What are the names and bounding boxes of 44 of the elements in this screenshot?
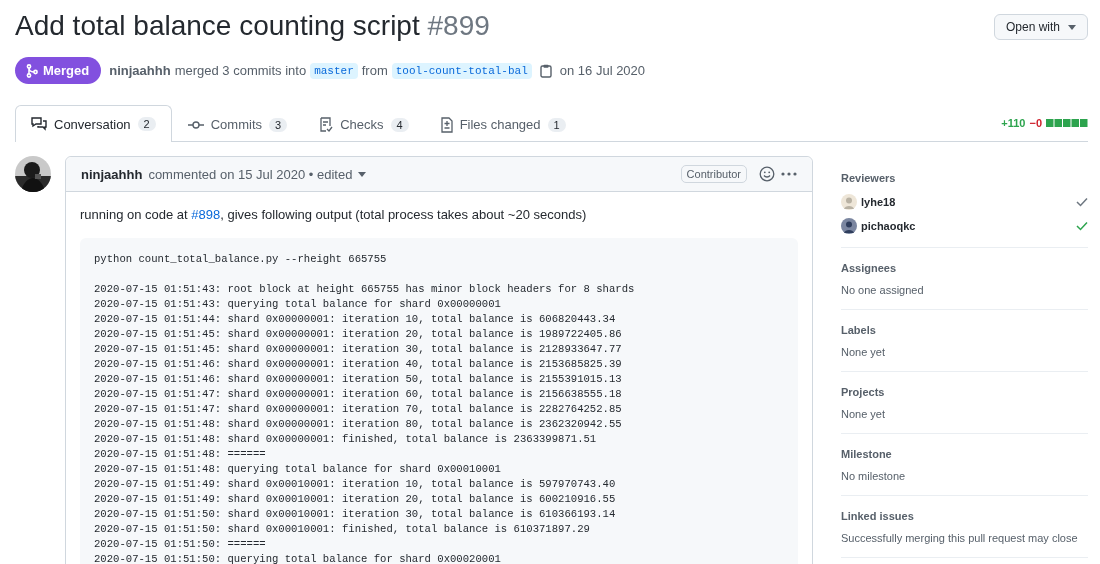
section-value: None yet bbox=[841, 408, 887, 420]
open-with-button[interactable]: Open with bbox=[993, 14, 1088, 40]
from-text: from bbox=[361, 63, 388, 78]
speech-bubbles-icon bbox=[31, 117, 47, 131]
commit-icon bbox=[187, 119, 204, 130]
file-diff-icon bbox=[440, 116, 453, 133]
reviewer-name[interactable]: pichaoqkc bbox=[861, 220, 1072, 232]
section-value: No one assigned bbox=[841, 284, 925, 296]
section-title[interactable]: Reviewers bbox=[841, 172, 1088, 184]
comment-meta[interactable]: commented on 15 Jul 2020 • edited bbox=[148, 166, 353, 182]
checklist-icon bbox=[319, 116, 334, 133]
tab[interactable]: Conversation 2 bbox=[15, 105, 172, 142]
caret-icon[interactable] bbox=[358, 171, 367, 177]
comment-author[interactable]: ninjaahhh bbox=[81, 166, 143, 182]
author-link[interactable]: ninjaahhh bbox=[109, 63, 171, 78]
code-block: python count_total_balance.py --rheight 665755 2020-07-15 01:51:43: root block at height 665755 has minor block headers for 8 shards 2020-07-15 01:51:43: querying total balance for shard 0x00000001 2020-07-15 01:51:44: shard 0x00000001: iteration 10, total balance is 606820443.34 2020-07-15 01:51:45: shard 0x00000001: iteration 20, total balance is 1989722405.86 2020-07-15 01:51:45: shard 0x00000001: iteration 30, total balance is 2128933647.77 2020-07-15 01:51:46: shard 0x00000001: iteration 40, total balance is 2153685825.39 2020-07-15 01:51:46: shard 0x00000001: iteration 50, total balance is 2155391015.13 2020-07-15 01:51:47: shard 0x00000001: iteration 60, total balance is 2156638555.18 2020-07-15 01:51:47: shard 0x00000001: iteration 70, total balance is 2282764252.85 2020-07-15 01:51:48: shard 0x00000001: iteration 80, total balance is 2362320942.55 2020-07-15 01:51:48: shard 0x00000001: finished, total balance is 2363399871.51 2020-07-15 01:51:48: ====== 2020-07-15 01:51:48: querying total balance for shard 0x00010001 2020-07-15 01:51:49: shard 0x00010001: iteration 10, total balance is 597970743.40 2020-07-15 01:51:49: shard 0x00010001: iteration 20, total balance is 600210916.55 2020-07-15 01:51:50: shard 0x00010001: iteration 30, total balance is 610366193.14 2020-07-15 01:51:50: shard 0x00010001: finished, total balance is 610371897.29 2020-07-15 01:51:50: ====== 2020-07-15 01:51:50: querying total balance for shard 0x00020001 bbox=[80, 238, 798, 564]
tab[interactable]: Commits 3 bbox=[171, 106, 304, 142]
section-title[interactable]: Assignees bbox=[841, 262, 1088, 274]
reviewer-name[interactable]: lyhe18 bbox=[861, 196, 1072, 208]
contributor-badge: Contributor bbox=[680, 165, 747, 183]
tab[interactable]: Files changed 1 bbox=[424, 106, 582, 142]
pr-title: Add total balance counting script #899 bbox=[15, 9, 490, 43]
section-title[interactable]: Labels bbox=[841, 324, 1088, 336]
section-value: None yet bbox=[841, 346, 887, 358]
branch-label[interactable]: master bbox=[310, 62, 358, 79]
section-title[interactable]: Projects bbox=[841, 386, 1088, 398]
section-title[interactable]: Linked issues bbox=[841, 510, 1088, 522]
diffstat-bar-icon bbox=[1046, 119, 1088, 127]
section-value: No milestone bbox=[841, 470, 907, 482]
branch-label[interactable]: tool-count-total-bal bbox=[391, 62, 532, 79]
caret-icon bbox=[1068, 24, 1076, 30]
section-value: Successfully merging this pull request may close bbox=[841, 532, 1079, 544]
pr-number: #899 bbox=[427, 10, 490, 41]
merged-badge: Merged bbox=[15, 57, 102, 84]
smiley-icon[interactable] bbox=[759, 166, 775, 182]
more-icon[interactable] bbox=[781, 172, 797, 176]
comment-text: running on code at #898, gives following output (total process takes about ~20 seconds) bbox=[80, 206, 588, 224]
deletions-count: −0 bbox=[1029, 117, 1042, 129]
section-title[interactable]: Milestone bbox=[841, 448, 1088, 460]
clipboard-icon[interactable] bbox=[539, 63, 552, 78]
merge-date: on 16 Jul 2020 bbox=[559, 63, 646, 78]
merge-text: merged 3 commits into bbox=[174, 63, 307, 78]
additions-count: +110 bbox=[1001, 117, 1026, 129]
tab[interactable]: Checks 4 bbox=[303, 106, 425, 142]
